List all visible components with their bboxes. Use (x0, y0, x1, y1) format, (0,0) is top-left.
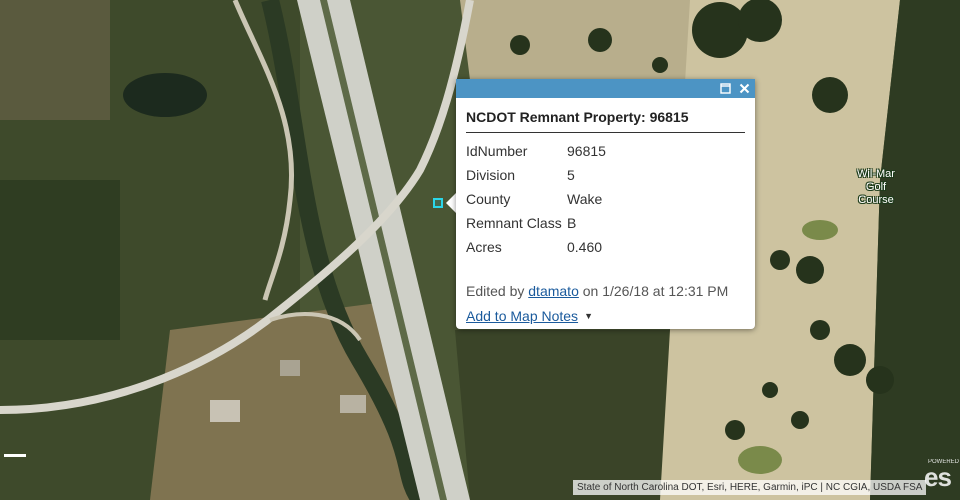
maximize-icon[interactable] (719, 82, 732, 95)
popup-pointer (446, 193, 456, 213)
scale-bar (4, 454, 26, 457)
esri-logo[interactable]: es (924, 462, 952, 493)
attribute-value: 0.460 (567, 239, 603, 255)
feature-popup: NCDOT Remnant Property: 96815 IdNumber 9… (456, 79, 755, 329)
editor-user-link[interactable]: dtamato (528, 283, 579, 299)
attribute-row: Division 5 (466, 164, 606, 188)
attribute-name: IdNumber (466, 143, 528, 159)
popup-title: NCDOT Remnant Property: 96815 (466, 109, 745, 133)
edit-info: Edited by dtamato on 1/26/18 at 12:31 PM (466, 283, 728, 299)
attribute-row: County Wake (466, 188, 606, 212)
edit-prefix: Edited by (466, 283, 525, 299)
popup-header (456, 79, 755, 98)
close-icon[interactable] (738, 82, 751, 95)
attribute-value: 5 (567, 167, 575, 183)
attribute-name: Division (466, 167, 516, 183)
map-attribution: State of North Carolina DOT, Esri, HERE,… (573, 480, 927, 495)
map-place-label: Wil-Mar Golf Course (857, 168, 895, 206)
attribute-value: B (567, 215, 577, 231)
add-to-map-notes-button[interactable]: Add to Map Notes ▼ (466, 308, 593, 324)
attribute-row: Acres 0.460 (466, 236, 606, 260)
attribute-name: Acres (466, 239, 502, 255)
attribute-value: Wake (567, 191, 603, 207)
popup-body: NCDOT Remnant Property: 96815 IdNumber 9… (456, 109, 755, 260)
attribute-name: Remnant Class (466, 215, 562, 231)
attribute-value: 96815 (567, 143, 606, 159)
attribute-name: County (466, 191, 511, 207)
edit-date: on 1/26/18 at 12:31 PM (582, 283, 729, 299)
attribute-table: IdNumber 96815 Division 5 County Wake Re… (466, 140, 606, 260)
add-to-map-notes-label[interactable]: Add to Map Notes (466, 308, 578, 324)
selected-feature-marker[interactable] (433, 198, 443, 208)
attribute-row: IdNumber 96815 (466, 140, 606, 164)
caret-down-icon[interactable]: ▼ (584, 311, 593, 321)
attribute-row: Remnant Class B (466, 212, 606, 236)
